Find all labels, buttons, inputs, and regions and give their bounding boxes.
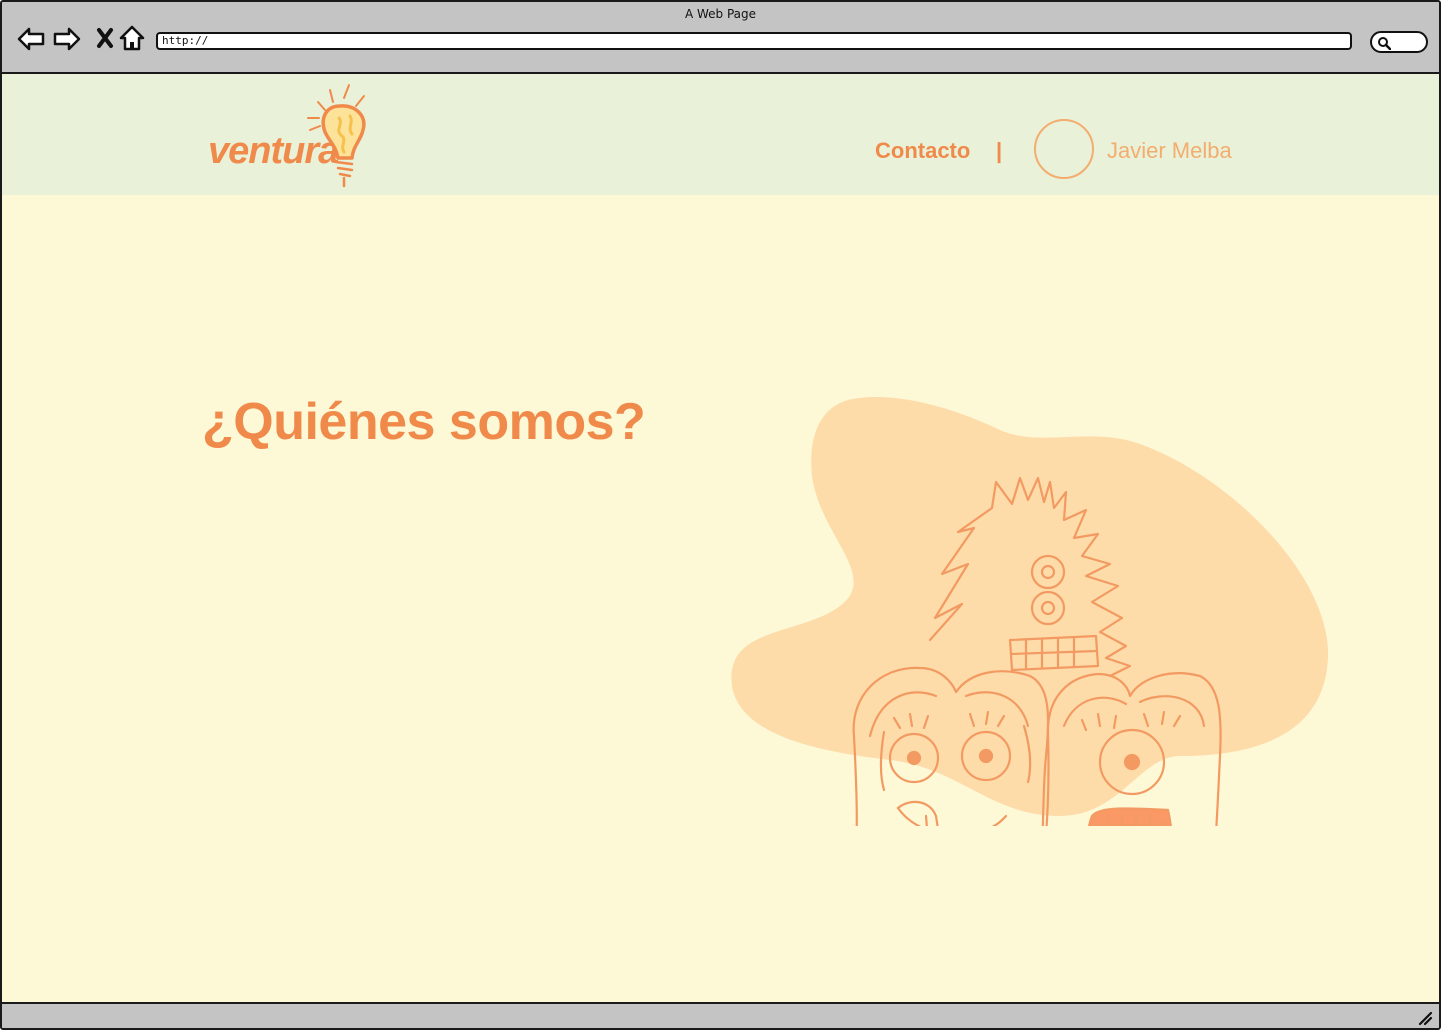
window-title: A Web Page <box>684 7 757 21</box>
ventura-logo[interactable]: ventura <box>202 82 377 192</box>
status-bar <box>2 1002 1439 1028</box>
site-header: ventura Contacto | Javier Melba <box>2 74 1439 195</box>
user-avatar[interactable] <box>1034 119 1094 179</box>
page-heading: ¿Quiénes somos? <box>202 393 646 451</box>
home-icon[interactable] <box>118 23 146 53</box>
close-x-icon[interactable] <box>91 23 119 53</box>
back-arrow-icon[interactable] <box>17 23 45 53</box>
search-icon <box>1378 37 1391 50</box>
page-viewport: ventura Contacto | Javier Melba ¿Quiénes… <box>2 74 1439 1002</box>
monsters-illustration <box>731 396 1329 826</box>
browser-window: A Web Page http:// ventura Contacto | Ja… <box>0 0 1441 1030</box>
resize-grip-icon[interactable] <box>1417 1010 1433 1026</box>
browser-chrome: A Web Page http:// <box>2 2 1439 74</box>
nav-separator: | <box>996 138 1003 163</box>
lightbulb-icon <box>307 84 366 188</box>
nav-link-contacto[interactable]: Contacto <box>875 138 970 164</box>
browser-search-box[interactable] <box>1370 31 1428 53</box>
url-input[interactable]: http:// <box>156 32 1352 50</box>
user-name-link[interactable]: Javier Melba <box>1107 138 1232 164</box>
forward-arrow-icon[interactable] <box>53 23 81 53</box>
